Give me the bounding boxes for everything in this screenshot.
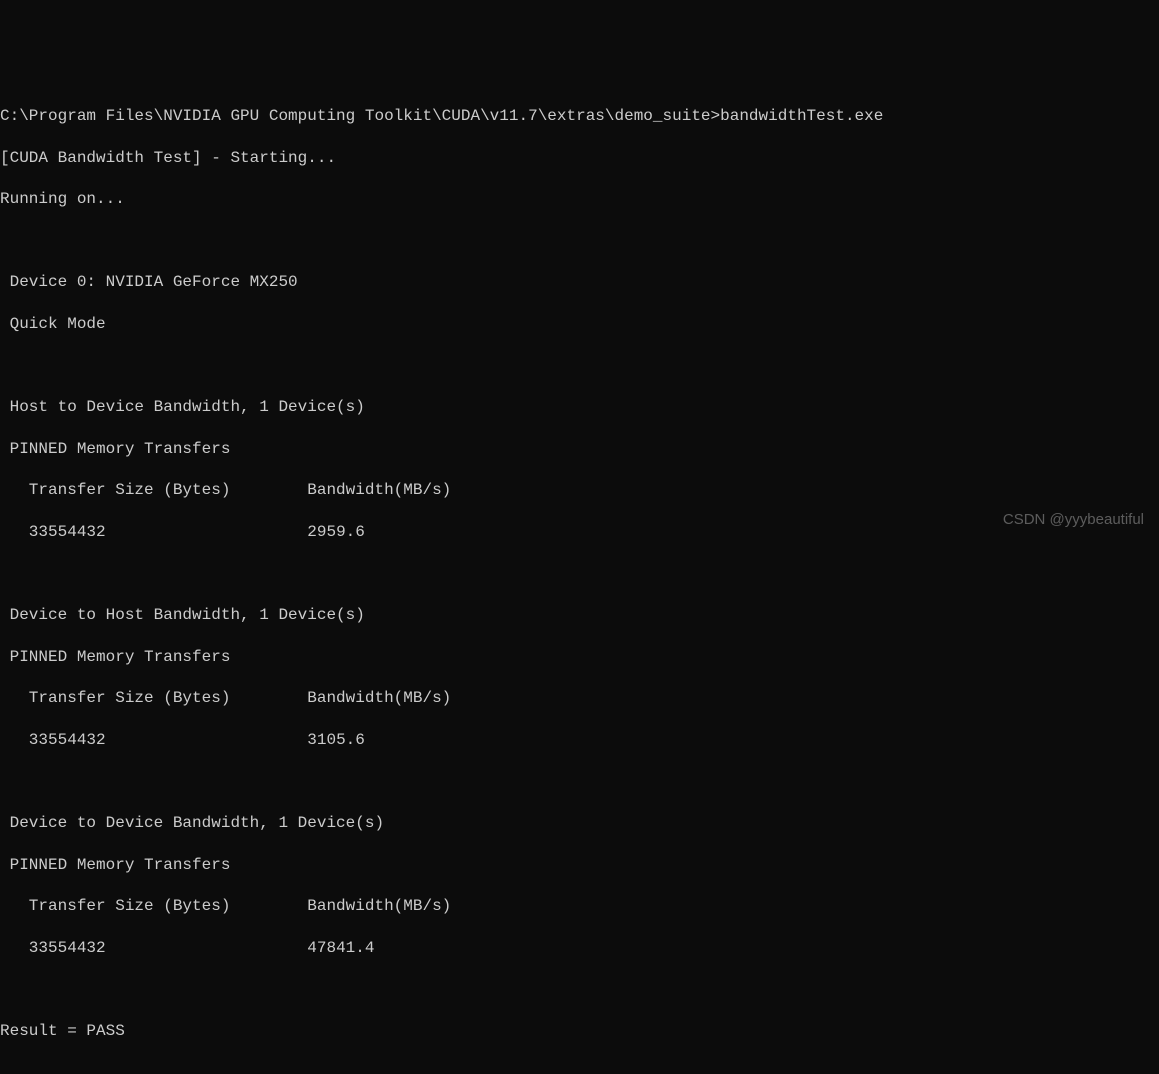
table-row: 33554432 3105.6 — [0, 730, 1159, 751]
prompt-path: C:\Program Files\NVIDIA GPU Computing To… — [0, 107, 720, 125]
running-text: Running on... — [0, 189, 1159, 210]
blank-line — [0, 771, 1159, 792]
table-row: 33554432 47841.4 — [0, 938, 1159, 959]
memory-type: PINNED Memory Transfers — [0, 647, 1159, 668]
watermark-text: CSDN @yyybeautiful — [1003, 510, 1144, 530]
section-title: Host to Device Bandwidth, 1 Device(s) — [0, 397, 1159, 418]
terminal-output: C:\Program Files\NVIDIA GPU Computing To… — [0, 85, 1159, 1074]
table-header: Transfer Size (Bytes) Bandwidth(MB/s) — [0, 480, 1159, 501]
memory-type: PINNED Memory Transfers — [0, 439, 1159, 460]
blank-line — [0, 1063, 1159, 1074]
memory-type: PINNED Memory Transfers — [0, 855, 1159, 876]
table-header: Transfer Size (Bytes) Bandwidth(MB/s) — [0, 688, 1159, 709]
result-line: Result = PASS — [0, 1021, 1159, 1042]
blank-line — [0, 564, 1159, 585]
table-row: 33554432 2959.6 — [0, 522, 1159, 543]
blank-line — [0, 356, 1159, 377]
test-title: [CUDA Bandwidth Test] - Starting... — [0, 148, 1159, 169]
command-text: bandwidthTest.exe — [720, 107, 883, 125]
section-title: Device to Device Bandwidth, 1 Device(s) — [0, 813, 1159, 834]
blank-line — [0, 231, 1159, 252]
command-prompt-line[interactable]: C:\Program Files\NVIDIA GPU Computing To… — [0, 106, 1159, 127]
device-info: Device 0: NVIDIA GeForce MX250 — [0, 272, 1159, 293]
mode-info: Quick Mode — [0, 314, 1159, 335]
blank-line — [0, 979, 1159, 1000]
section-title: Device to Host Bandwidth, 1 Device(s) — [0, 605, 1159, 626]
table-header: Transfer Size (Bytes) Bandwidth(MB/s) — [0, 896, 1159, 917]
